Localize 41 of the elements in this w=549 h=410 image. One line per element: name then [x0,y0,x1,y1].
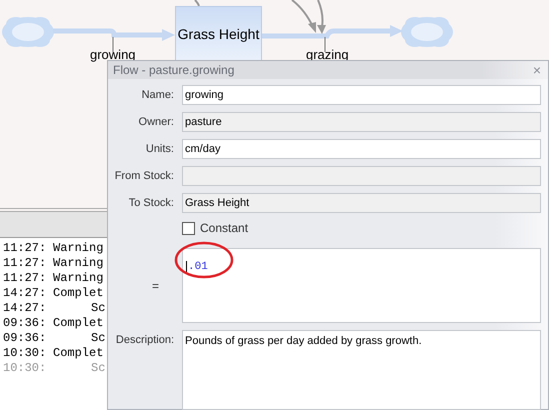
field-label: Owner: [138,114,174,130]
log-time: 10:30: [3,361,48,376]
constant-checkbox[interactable] [182,222,195,234]
stock-box[interactable]: Grass Height [175,6,262,62]
log-message: Complet [53,316,104,331]
flow-label: growing [90,46,136,64]
log-message: Warning [53,256,104,271]
field-label: To Stock: [128,196,174,211]
log-message: Sc [90,301,106,316]
log-time: 09:36: [3,316,48,331]
log-message: Complet [53,286,104,301]
log-message: Sc [90,331,106,346]
text-field[interactable]: Grass Height [182,193,541,213]
equation-label: = [150,278,160,294]
equation-field[interactable]: .01 [182,248,541,323]
text-field[interactable]: cm/day [182,139,541,159]
cloud-icon [401,17,453,47]
text-field[interactable]: growing [182,85,541,105]
log-time: 14:27: [3,286,48,301]
window-title: Flow - pasture.growing [113,62,234,79]
field-label: Units: [144,142,174,157]
field-label: From Stock: [114,168,174,184]
log-time: 11:27: [3,256,48,271]
equation-text: .01 [186,261,208,273]
log-message: Warning [53,241,104,256]
cloud-icon [2,17,54,47]
log-time: 11:27: [3,241,48,256]
text-field[interactable]: pasture [182,112,541,132]
log-message: Sc [90,361,106,376]
log-time: 10:30: [3,346,48,361]
log-time: 11:27: [3,271,48,286]
field-label: Name: [140,88,174,103]
log-message: Complet [53,346,104,361]
text-field[interactable] [182,166,541,186]
description-field[interactable]: Pounds of grass per day added by grass growth. [182,330,541,410]
connector-line [194,0,200,6]
field-label: Description: [114,333,174,348]
log-time: 14:27: [3,301,48,316]
checkbox-label: Constant [200,220,248,237]
log-time: 09:36: [3,331,48,346]
log-message: Warning [53,271,104,286]
